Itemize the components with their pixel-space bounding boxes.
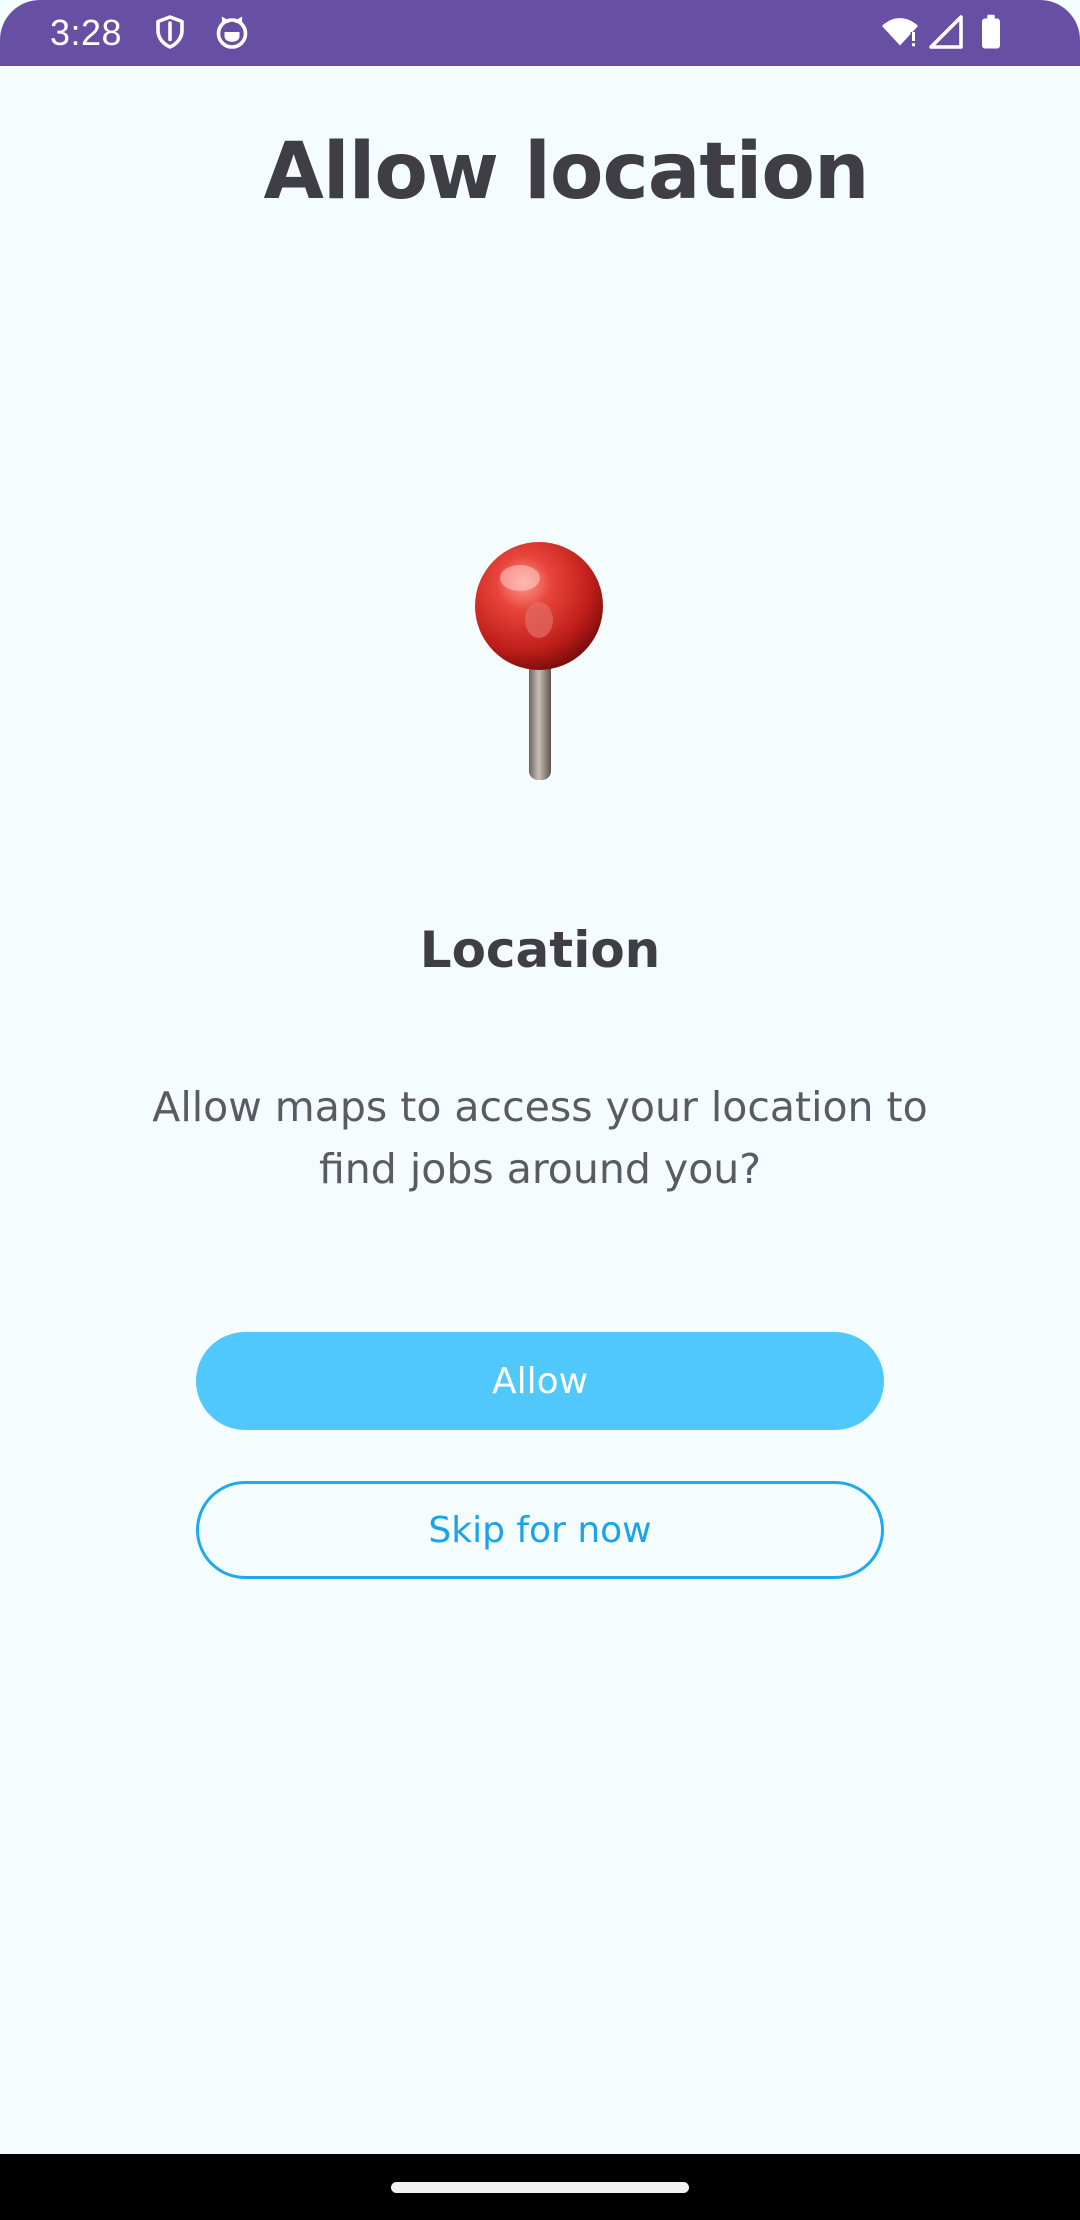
allow-button-label: Allow [491, 1360, 589, 1402]
status-bar: 3:28 [0, 0, 1080, 66]
signal-icon [928, 14, 964, 50]
cat-face-icon [214, 14, 250, 50]
location-description: Allow maps to access your location to fi… [152, 1083, 928, 1193]
screen: 3:28 Allow location Location Allow maps … [0, 0, 1080, 2220]
page-title: Allow location [263, 127, 870, 217]
navigation-bar [0, 2154, 1080, 2220]
section-title: Location [419, 921, 661, 979]
shield-icon [152, 14, 188, 50]
status-time: 3:28 [50, 12, 123, 53]
skip-button-label: Skip for now [428, 1509, 652, 1551]
red-pushpin-illustration [470, 538, 610, 790]
allow-button[interactable]: Allow [196, 1332, 884, 1430]
home-indicator[interactable] [391, 2182, 689, 2193]
wifi-icon [880, 14, 920, 50]
battery-icon [976, 14, 1006, 50]
skip-for-now-button[interactable]: Skip for now [196, 1481, 884, 1579]
